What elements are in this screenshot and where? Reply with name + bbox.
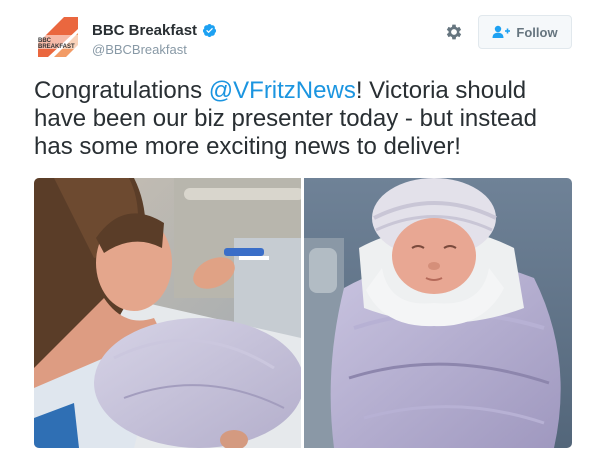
follow-label: Follow	[516, 24, 558, 40]
tweet-text-start: Congratulations	[34, 77, 209, 104]
logo-text-line2: BREAKFAST	[38, 44, 75, 50]
media-grid	[34, 178, 572, 448]
gear-icon[interactable]	[444, 22, 464, 42]
tweet-card: BBC BREAKFAST BBC Breakfast @BBCBreakfas…	[0, 0, 600, 450]
follow-button[interactable]: Follow	[478, 15, 572, 49]
swaddled-newborn-photo[interactable]	[304, 178, 572, 448]
account-avatar[interactable]: BBC BREAKFAST	[34, 13, 82, 61]
verified-badge-icon	[202, 23, 217, 38]
mention-link[interactable]: @VFritzNews	[209, 77, 356, 104]
tweet-text: Congratulations @VFritzNews! Victoria sh…	[34, 77, 582, 161]
account-handle[interactable]: @BBCBreakfast	[92, 42, 187, 57]
bbc-breakfast-logo-icon: BBC BREAKFAST	[34, 13, 82, 61]
mother-holding-newborn-photo[interactable]	[34, 178, 301, 448]
add-user-icon	[492, 25, 511, 39]
display-name[interactable]: BBC Breakfast	[92, 22, 197, 39]
name-row: BBC Breakfast	[92, 20, 217, 40]
